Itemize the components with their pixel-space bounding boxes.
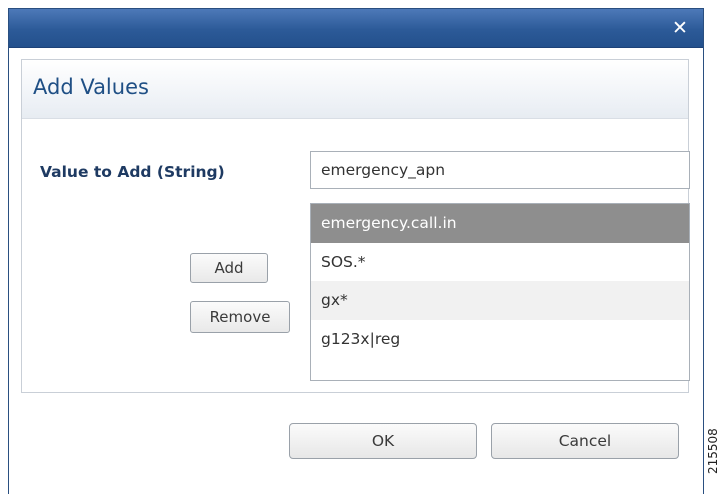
panel-header: Add Values [22, 60, 688, 119]
ok-button[interactable]: OK [289, 423, 477, 459]
list-item[interactable]: gx* [311, 281, 689, 320]
value-to-add-label: Value to Add (String) [40, 163, 225, 181]
panel-title: Add Values [33, 75, 149, 99]
figure-number: 215508 [706, 428, 720, 474]
close-icon[interactable]: ✕ [667, 15, 693, 41]
list-item[interactable]: emergency.call.in [311, 204, 689, 243]
cancel-button[interactable]: Cancel [491, 423, 679, 459]
dialog-titlebar: ✕ [9, 9, 703, 48]
add-button[interactable]: Add [190, 253, 268, 283]
value-to-add-input[interactable] [310, 151, 690, 189]
list-item[interactable]: g123x|reg [311, 320, 689, 359]
add-values-dialog: ✕ Add Values Value to Add (String) Add R… [8, 8, 704, 494]
list-item[interactable]: SOS.* [311, 243, 689, 282]
add-values-panel: Add Values Value to Add (String) Add Rem… [21, 59, 690, 393]
values-list[interactable]: emergency.call.in SOS.* gx* g123x|reg [310, 203, 690, 381]
remove-button[interactable]: Remove [190, 301, 290, 333]
